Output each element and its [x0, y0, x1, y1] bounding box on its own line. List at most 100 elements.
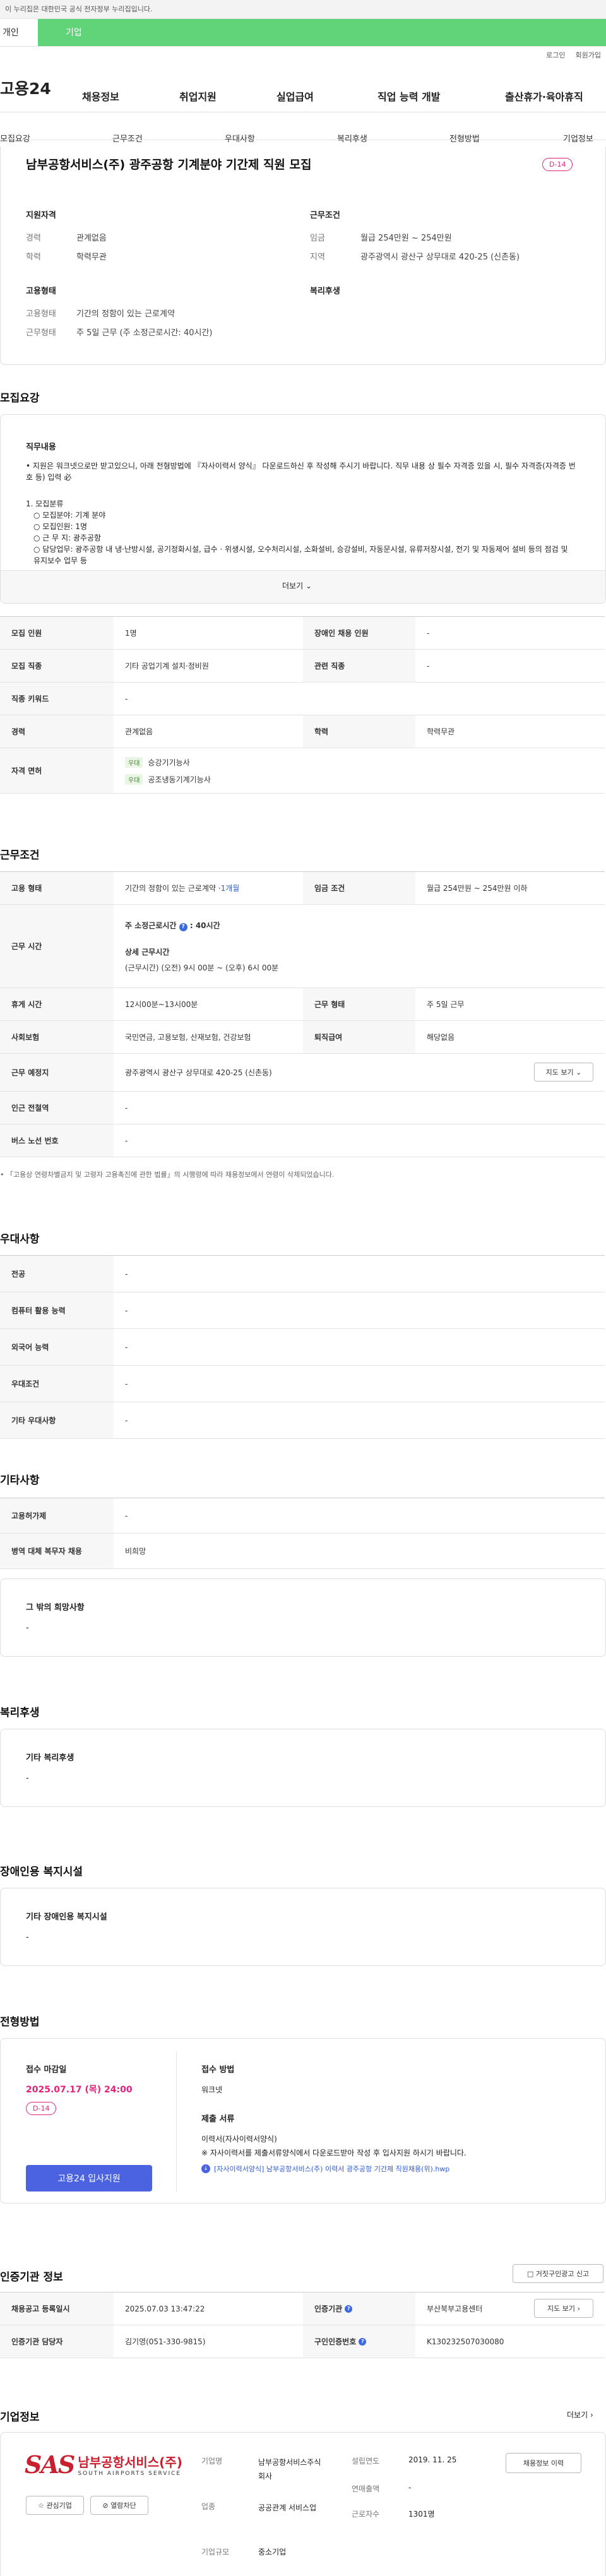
sales-label: 연매출액	[352, 2484, 380, 2493]
station-value: -	[125, 1103, 128, 1112]
duty-line-3: ○ 모집분야: 기계 분야	[33, 511, 106, 520]
type-label: 고용형태	[26, 309, 56, 319]
snb-screening[interactable]: 전형방법	[449, 132, 480, 144]
period-link[interactable]: 1개월	[221, 883, 240, 893]
facility-heading: 장애인용 복지시설	[0, 1866, 83, 1878]
pref-tag: 우대	[125, 773, 143, 785]
gnb-support[interactable]: 취업지원	[179, 88, 217, 104]
table-row: 고용 형태 기간의 정함이 있는 근로계약 · 1개월 임금 조건 월급 254…	[0, 872, 605, 905]
user-type-tabs: 개인 기업	[0, 19, 606, 47]
company-heading: 기업정보	[0, 2411, 40, 2424]
star-icon: ☆	[38, 2501, 44, 2510]
snb-recruit[interactable]: 모집요강	[0, 132, 30, 144]
table-row: 병역 대체 복무자 채용 비희망	[0, 1534, 605, 1569]
related-value: -	[427, 661, 430, 671]
manager-value: 김기영(051-330-9815)	[125, 2337, 206, 2346]
lic-2: 공조냉동기계기능사	[148, 775, 211, 784]
row-value: -	[125, 1511, 128, 1520]
size-value: 중소기업	[258, 2548, 287, 2556]
gnb-leave[interactable]: 출산휴가·육아휴직	[505, 88, 583, 104]
table-row: 외국어 능력 -	[0, 1329, 605, 1366]
attachment-link[interactable]: ↓ [자사이력서양식] 남부공항서비스(주) 이력서 광주공항 기간제 직원채용…	[201, 2164, 449, 2174]
row-label: 외국어 능력	[0, 1329, 114, 1365]
table-row: 전공 -	[0, 1256, 605, 1292]
kw-label: 직종 키워드	[0, 683, 114, 715]
duty-line-1: • 지원은 워크넷으로만 받고있으니, 아래 전형방법에 『자사이력서 양식』 …	[26, 462, 576, 482]
bus-value: -	[125, 1136, 128, 1145]
more-button[interactable]: 더보기 ⌄	[282, 580, 312, 591]
row-value: -	[125, 1342, 128, 1352]
screen-card: 접수 마감일 2025.07.17 (목) 24:00 D-14 고용24 입사…	[0, 2038, 606, 2203]
emp-label: 근로자수	[352, 2510, 380, 2519]
info-icon[interactable]: ?	[345, 2305, 353, 2313]
date-label: 채용공고 등록일시	[0, 2293, 114, 2325]
table-row: 자격 면허 우대 승강기기능사 우대 공조냉동기계기능사	[0, 748, 605, 794]
age-notice-text: 「고용상 연령차별금지 및 고령자 고용촉진에 관한 법률」의 시행령에 따라 …	[6, 1171, 335, 1179]
count-value: 1명	[125, 629, 137, 638]
snb-conditions[interactable]: 근무조건	[112, 132, 143, 144]
etc-box-head: 그 밖의 희망사항	[26, 1603, 85, 1613]
place-label: 근무 예정지	[0, 1054, 114, 1091]
job-title: 남부공항서비스(주) 광주공항 기계분야 기간제 직원 모집	[26, 158, 312, 172]
snb-company[interactable]: 기업정보	[563, 132, 593, 144]
welfare-heading: 복리후생	[0, 1707, 40, 1719]
cond-type-value: 기간의 정함이 있는 근로계약 ·	[125, 884, 221, 893]
form-label: 근무 형태	[303, 988, 415, 1020]
cond-head: 근무조건	[310, 211, 340, 220]
history-button[interactable]: 채용정보 이력	[506, 2453, 581, 2473]
year-label: 설립연도	[352, 2457, 380, 2466]
table-row: 기타 우대사항 -	[0, 1402, 605, 1439]
snb-welfare[interactable]: 복리후생	[337, 132, 367, 144]
welfare-head: 복리후생	[310, 287, 340, 296]
global-nav: 고용24 채용정보 취업지원 실업급여 직업 능력 개발 출산휴가·육아휴직	[0, 63, 606, 112]
dday-badge: D-14	[542, 158, 573, 171]
size-label: 기업규모	[201, 2548, 230, 2556]
report-icon: □	[526, 2269, 534, 2278]
row-value: 비희망	[125, 1547, 146, 1556]
sales-value: -	[408, 2483, 412, 2492]
hours-label: 근무 시간	[0, 905, 114, 987]
cond-table: 고용 형태 기간의 정함이 있는 근로계약 · 1개월 임금 조건 월급 254…	[0, 871, 605, 1157]
tab-individual[interactable]: 개인	[0, 19, 38, 46]
tab-company[interactable]: 기업	[38, 19, 606, 46]
favorite-button[interactable]: ☆ 관심기업	[26, 2496, 84, 2515]
recruit-heading: 모집요강	[0, 392, 40, 405]
screen-heading: 전형방법	[0, 2016, 40, 2029]
agency-map-button[interactable]: 지도 보기 ›	[534, 2299, 593, 2318]
map-button[interactable]: 지도 보기 ⌄	[534, 1063, 593, 1082]
wage-label: 임금	[310, 234, 325, 243]
exp-value: 관계없음	[76, 234, 107, 243]
company-more-link[interactable]: 더보기 ›	[567, 2409, 593, 2420]
table-row: 인근 전철역 -	[0, 1092, 605, 1124]
block-button[interactable]: ⊘ 열람차단	[90, 2496, 148, 2515]
duty-card: 직무내용 • 지원은 워크넷으로만 받고있으니, 아래 전형방법에 『자사이력서…	[0, 414, 606, 604]
row-value: -	[125, 1379, 128, 1388]
table-row: 우대조건 -	[0, 1366, 605, 1402]
info-icon[interactable]: ?	[359, 2337, 367, 2346]
gnb-jobs[interactable]: 채용정보	[82, 88, 119, 104]
job-label: 모집 직종	[0, 650, 114, 682]
edu-label: 학력	[26, 253, 41, 262]
snb-preference[interactable]: 우대사항	[225, 132, 255, 144]
apply-button[interactable]: 고용24 입사지원	[26, 2165, 152, 2191]
site-logo[interactable]: 고용24	[0, 76, 95, 99]
emp-value: 1301명	[408, 2510, 435, 2519]
hours-value: : 40시간	[189, 921, 220, 930]
table-row: 근무 시간 주 소정근로시간 ? : 40시간 상세 근무시간 (근무시간) (…	[0, 905, 605, 988]
deadline-value: 2025.07.17 (목) 24:00	[26, 2085, 133, 2095]
exp2-label: 경력	[0, 715, 114, 748]
info-icon[interactable]: ?	[179, 922, 187, 931]
signup-link[interactable]: 회원가입	[576, 51, 601, 59]
gnb-benefit[interactable]: 실업급여	[276, 88, 314, 104]
etc-box-value: -	[26, 1623, 29, 1633]
gnb-training[interactable]: 직업 능력 개발	[377, 88, 440, 104]
job-summary-card: 남부공항서비스(주) 광주공항 기계분야 기간제 직원 모집 D-14 지원자격…	[0, 146, 606, 365]
login-link[interactable]: 로그인	[546, 51, 565, 59]
exp2-value: 관계없음	[125, 727, 153, 736]
region-label: 지역	[310, 253, 325, 262]
manager-label: 인증기관 담당자	[0, 2325, 114, 2358]
report-button[interactable]: □ 거짓구인광고 신고	[513, 2264, 603, 2283]
row-value: -	[125, 1416, 128, 1425]
welfare-box: 기타 복리후생 -	[0, 1729, 606, 1807]
row-label: 기타 우대사항	[0, 1402, 114, 1438]
